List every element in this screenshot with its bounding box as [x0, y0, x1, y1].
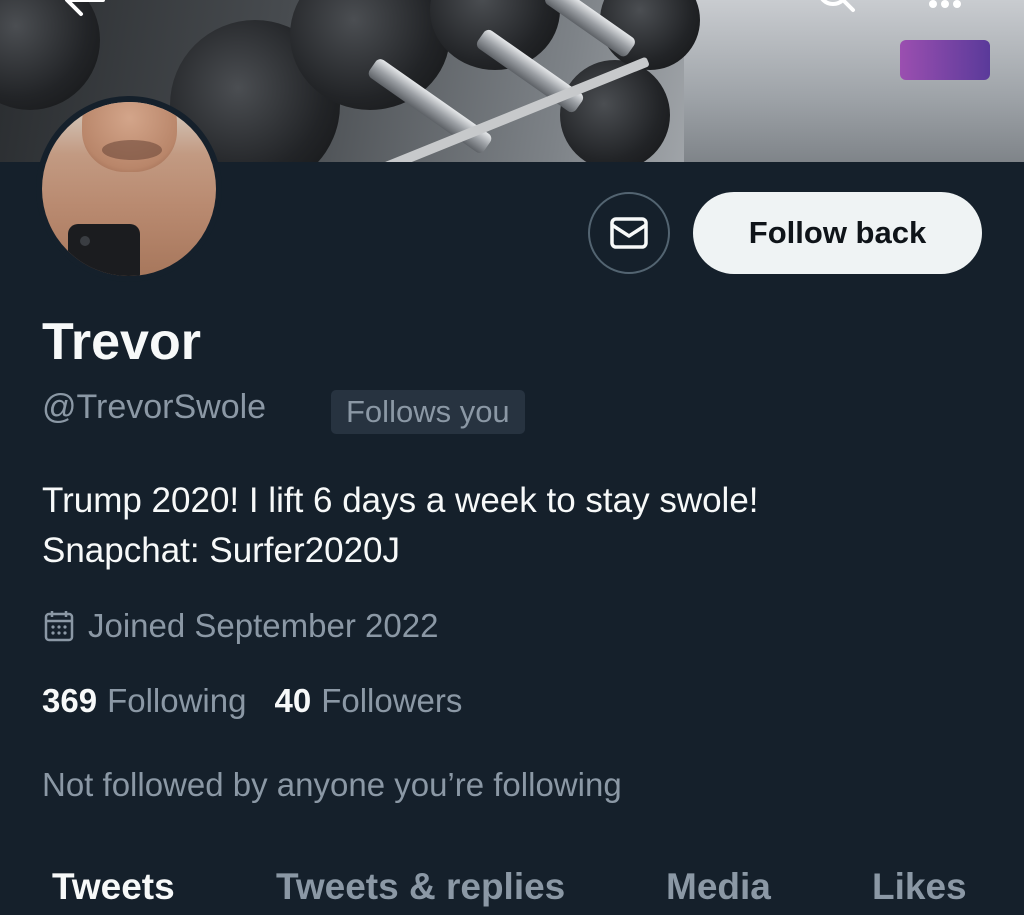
bio-line: Trump 2020! I lift 6 days a week to stay… — [42, 481, 759, 520]
tab-media[interactable]: Media — [666, 866, 771, 908]
followers-count: 40 — [274, 682, 312, 719]
tab-likes[interactable]: Likes — [872, 866, 967, 908]
avatar-photo — [42, 102, 216, 276]
calendar-icon — [44, 611, 74, 642]
message-button[interactable] — [588, 192, 670, 274]
profile-handle: @TrevorSwole — [42, 388, 267, 426]
joined-text: Joined September 2022 — [88, 607, 439, 644]
following-link[interactable]: 369 Following — [42, 682, 246, 720]
follows-you-badge: Follows you — [331, 390, 525, 434]
following-count: 369 — [42, 682, 98, 719]
avatar[interactable] — [36, 96, 222, 282]
follow-back-button[interactable]: Follow back — [693, 192, 982, 274]
mutual-followers-text: Not followed by anyone you’re following — [42, 766, 622, 803]
tab-tweets-replies[interactable]: Tweets & replies — [276, 866, 565, 908]
followers-label: Followers — [321, 682, 463, 719]
avatar-face — [82, 102, 177, 172]
avatar-phone — [68, 224, 140, 276]
bio-line: Snapchat: Surfer2020J — [42, 531, 401, 570]
search-icon[interactable] — [812, 0, 862, 20]
tab-tweets[interactable]: Tweets — [52, 866, 175, 908]
banner-floor — [684, 0, 1024, 162]
following-label: Following — [107, 682, 247, 719]
banner-dumbbell — [900, 40, 990, 80]
followers-link[interactable]: 40 Followers — [274, 682, 462, 720]
more-icon[interactable] — [920, 0, 970, 20]
back-arrow-icon[interactable] — [60, 0, 110, 20]
profile-name: Trevor — [42, 313, 201, 371]
avatar-phone-lens — [80, 236, 90, 246]
joined-date: Joined September 2022 — [42, 604, 438, 648]
avatar-beard — [102, 140, 162, 160]
profile-bio: Trump 2020! I lift 6 days a week to stay… — [42, 476, 982, 576]
profile-tabs: Tweets Tweets & replies Media Likes — [0, 860, 1024, 915]
follow-stats: 369 Following 40 Followers — [42, 682, 462, 720]
mail-icon — [610, 217, 648, 249]
